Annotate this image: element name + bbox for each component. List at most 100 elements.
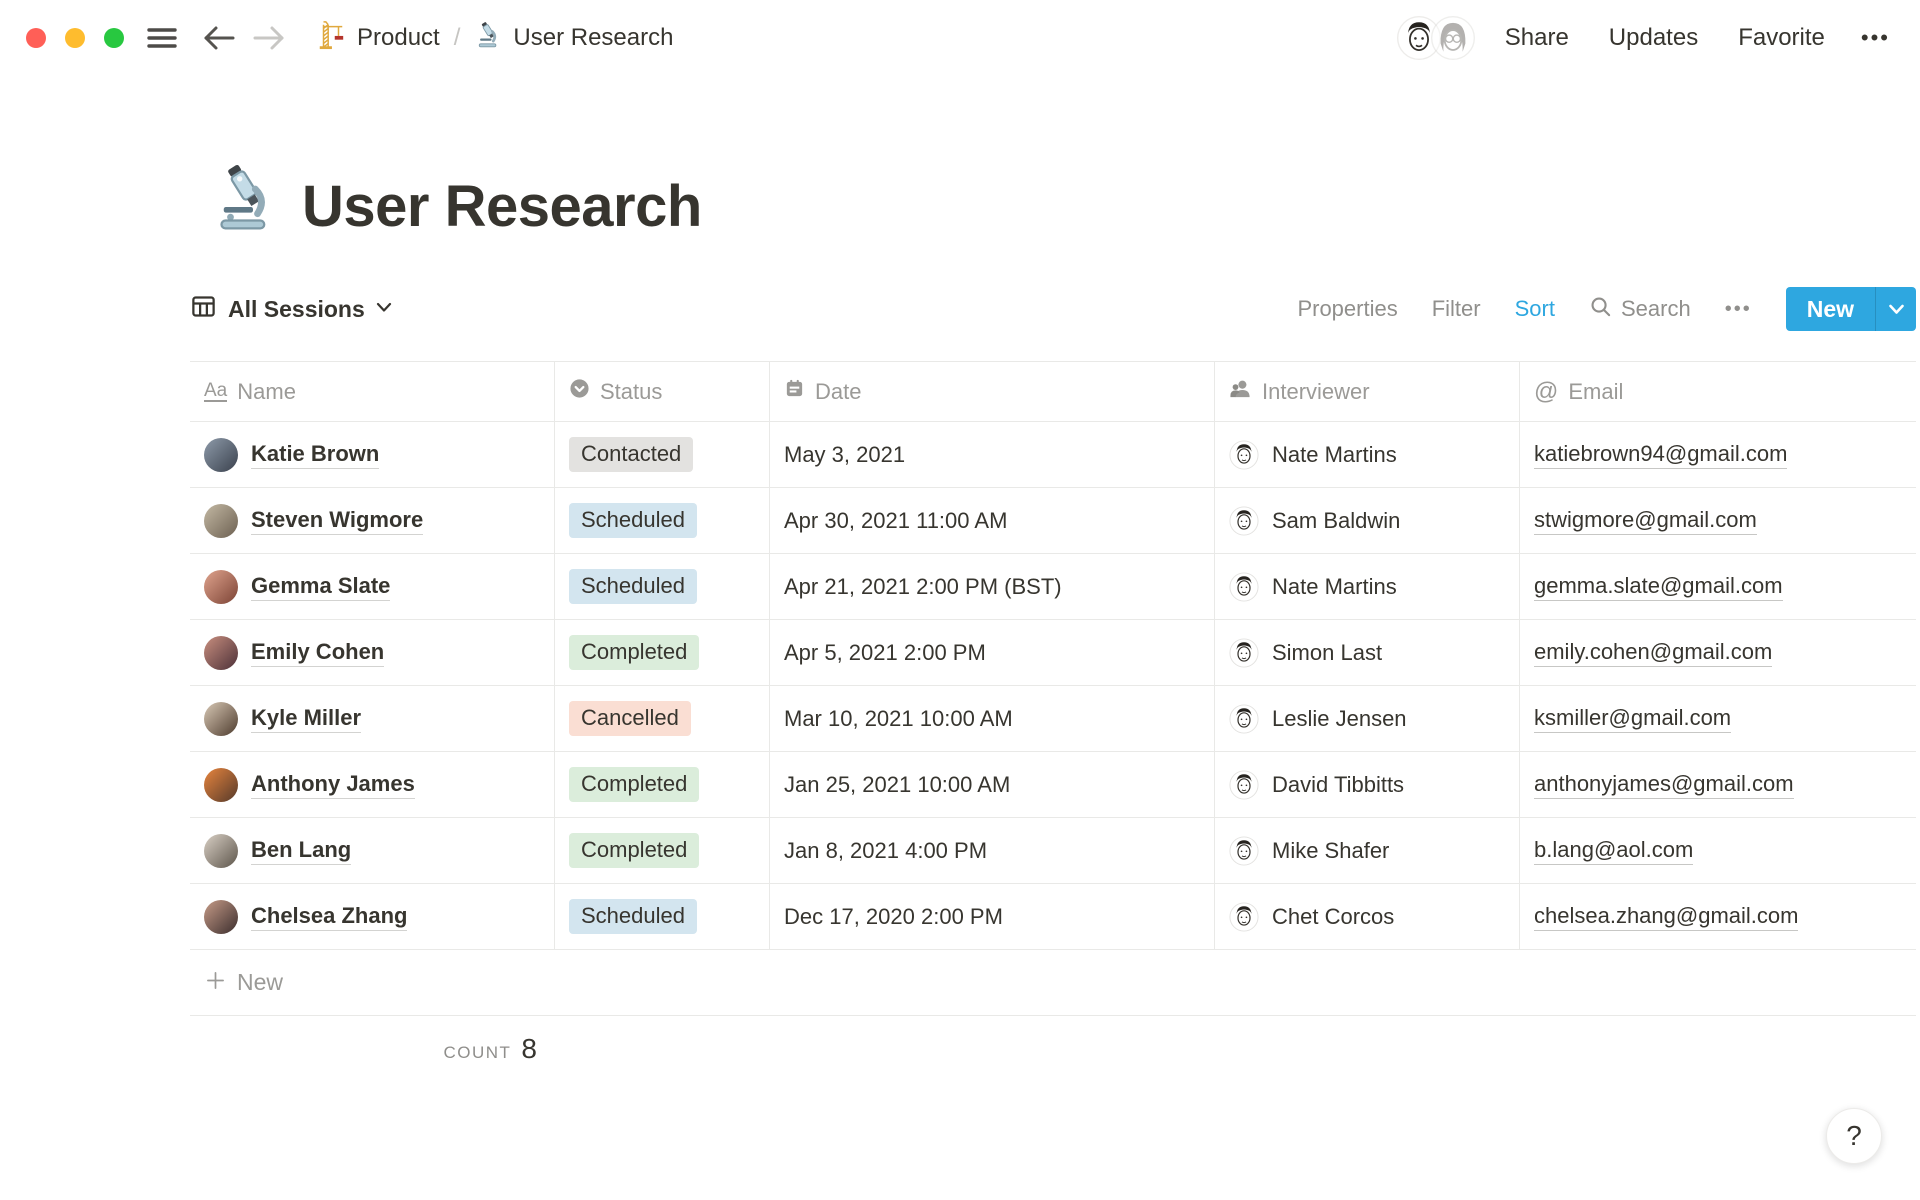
date-text: Apr 5, 2021 2:00 PM [784,639,986,665]
email-text: stwigmore@gmail.com [1534,506,1757,536]
status-cell[interactable]: Completed [555,818,770,883]
breadcrumb-item-product[interactable]: Product [316,20,440,57]
table-header: Aa Name Status Date Interviewer @ Email [190,361,1916,422]
favorite-button[interactable]: Favorite [1738,24,1825,52]
interviewer-cell[interactable]: David Tibbitts [1215,752,1520,817]
search-button[interactable]: Search [1589,295,1691,324]
filter-button[interactable]: Filter [1432,296,1481,322]
updates-button[interactable]: Updates [1609,24,1698,52]
name-cell[interactable]: Ben Lang [190,818,555,883]
microscope-icon [474,21,502,56]
date-cell[interactable]: May 3, 2021 [770,422,1215,487]
date-cell[interactable]: Dec 17, 2020 2:00 PM [770,884,1215,949]
date-cell[interactable]: Jan 8, 2021 4:00 PM [770,818,1215,883]
interviewer-cell[interactable]: Nate Martins [1215,554,1520,619]
person-name: Katie Brown [251,440,380,470]
date-text: May 3, 2021 [784,441,906,467]
sidebar-toggle-icon[interactable] [146,25,178,51]
page-title-text[interactable]: User Research [302,175,702,239]
email-cell[interactable]: anthonyjames@gmail.com [1520,752,1916,817]
email-text: ksmiller@gmail.com [1534,704,1732,734]
zoom-window-button[interactable] [104,28,124,48]
name-cell[interactable]: Kyle Miller [190,686,555,751]
more-options-icon[interactable]: ••• [1861,25,1890,51]
breadcrumb-item-user-research[interactable]: User Research [474,21,673,56]
date-cell[interactable]: Apr 30, 2021 11:00 AM [770,488,1215,553]
date-cell[interactable]: Jan 25, 2021 10:00 AM [770,752,1215,817]
count-calculation[interactable]: COUNT 8 [190,1033,555,1065]
column-header-name[interactable]: Aa Name [190,362,555,421]
person-property-icon [1229,377,1252,406]
view-bar: All Sessions Properties Filter Sort Sear… [190,287,1916,331]
column-header-status[interactable]: Status [555,362,770,421]
name-cell[interactable]: Steven Wigmore [190,488,555,553]
column-header-date[interactable]: Date [770,362,1215,421]
date-cell[interactable]: Apr 21, 2021 2:00 PM (BST) [770,554,1215,619]
date-cell[interactable]: Mar 10, 2021 10:00 AM [770,686,1215,751]
new-row-label: New [237,969,284,995]
interviewer-name: Chet Corcos [1272,903,1395,929]
person-name: Anthony James [251,770,415,800]
status-cell[interactable]: Contacted [555,422,770,487]
status-cell[interactable]: Scheduled [555,884,770,949]
name-cell[interactable]: Gemma Slate [190,554,555,619]
date-cell[interactable]: Apr 5, 2021 2:00 PM [770,620,1215,685]
new-button[interactable]: New [1786,287,1875,331]
sort-button[interactable]: Sort [1515,296,1555,322]
person-name: Emily Cohen [251,638,385,668]
email-cell[interactable]: stwigmore@gmail.com [1520,488,1916,553]
new-button-dropdown[interactable] [1876,287,1916,331]
status-cell[interactable]: Cancelled [555,686,770,751]
email-cell[interactable]: chelsea.zhang@gmail.com [1520,884,1916,949]
text-property-icon: Aa [204,379,228,403]
at-icon: @ [1534,377,1559,405]
email-cell[interactable]: ksmiller@gmail.com [1520,686,1916,751]
back-arrow-icon[interactable] [202,24,236,52]
interviewer-name: Simon Last [1272,639,1383,665]
count-value: 8 [521,1033,537,1064]
breadcrumb-label: User Research [513,24,674,51]
name-cell[interactable]: Katie Brown [190,422,555,487]
status-cell[interactable]: Scheduled [555,488,770,553]
count-label: COUNT [443,1043,512,1062]
interviewer-cell[interactable]: Nate Martins [1215,422,1520,487]
minimize-window-button[interactable] [65,28,85,48]
email-text: emily.cohen@gmail.com [1534,638,1773,668]
table-row: Katie Brown Contacted May 3, 2021 Nate Mart… [190,422,1916,488]
view-switcher[interactable]: All Sessions [190,293,392,325]
column-header-email[interactable]: @ Email [1520,362,1916,421]
new-row-button[interactable]: New [190,950,1916,1016]
view-more-options-icon[interactable]: ••• [1725,298,1752,321]
status-badge: Scheduled [569,502,697,539]
status-badge: Cancelled [569,700,691,737]
status-cell[interactable]: Completed [555,752,770,817]
name-cell[interactable]: Emily Cohen [190,620,555,685]
email-cell[interactable]: b.lang@aol.com [1520,818,1916,883]
interviewer-cell[interactable]: Mike Shafer [1215,818,1520,883]
status-cell[interactable]: Scheduled [555,554,770,619]
table-view-icon [190,293,217,325]
name-cell[interactable]: Chelsea Zhang [190,884,555,949]
forward-arrow-icon[interactable] [252,24,286,52]
status-cell[interactable]: Completed [555,620,770,685]
column-label: Interviewer [1262,378,1370,404]
share-button[interactable]: Share [1505,24,1569,52]
microscope-icon[interactable] [208,162,280,239]
email-cell[interactable]: katiebrown94@gmail.com [1520,422,1916,487]
email-cell[interactable]: emily.cohen@gmail.com [1520,620,1916,685]
interviewer-cell[interactable]: Simon Last [1215,620,1520,685]
column-label: Status [600,378,663,404]
name-cell[interactable]: Anthony James [190,752,555,817]
interviewer-cell[interactable]: Leslie Jensen [1215,686,1520,751]
date-text: Dec 17, 2020 2:00 PM [784,903,1003,929]
close-window-button[interactable] [26,28,46,48]
interviewer-cell[interactable]: Chet Corcos [1215,884,1520,949]
collaborator-avatar[interactable] [1430,16,1475,60]
sessions-table: Aa Name Status Date Interviewer @ Email … [190,361,1916,1082]
interviewer-cell[interactable]: Sam Baldwin [1215,488,1520,553]
properties-button[interactable]: Properties [1297,296,1397,322]
select-property-icon [569,378,590,405]
help-button[interactable]: ? [1826,1108,1882,1164]
column-header-interviewer[interactable]: Interviewer [1215,362,1520,421]
email-cell[interactable]: gemma.slate@gmail.com [1520,554,1916,619]
